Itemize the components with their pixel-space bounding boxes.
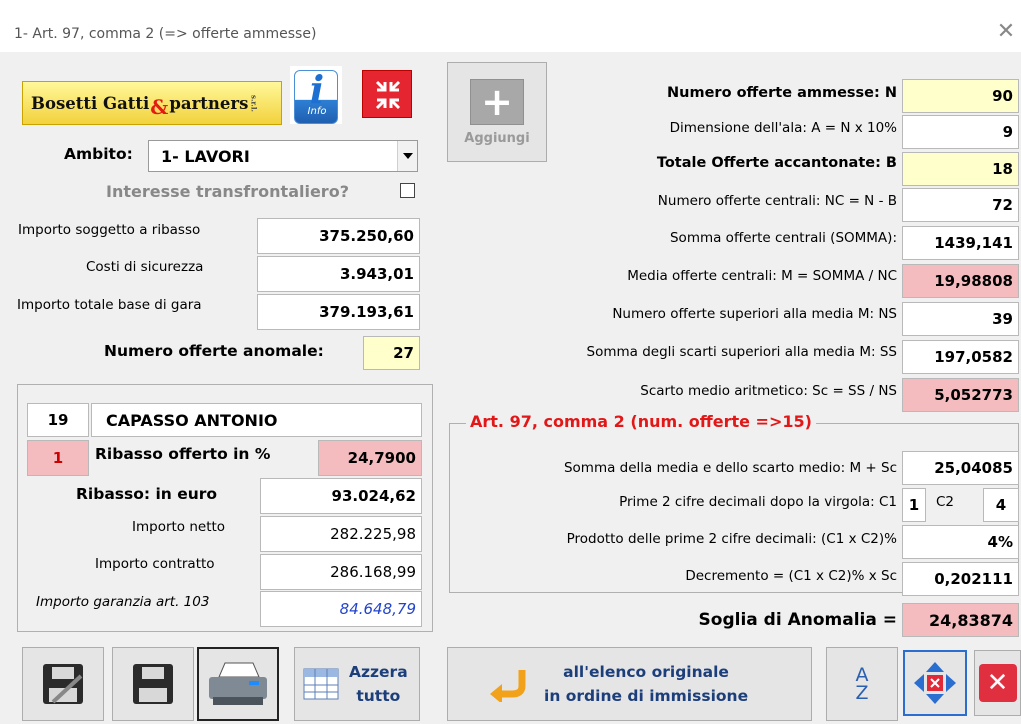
dec-value: 0,202111 [902,562,1019,596]
ala-value: 9 [902,115,1019,149]
logo-partners: partners [169,93,249,113]
nc-value: 72 [902,188,1019,222]
compress-button[interactable] [362,70,412,118]
b-value: 18 [902,152,1019,186]
ala-label: Dimensione dell'ala: A = N x 10% [669,120,897,136]
original-order-button[interactable]: all'elenco originale in ordine di immiss… [447,647,812,721]
ribasso-pct-value: 24,7900 [318,440,422,476]
n-value: 90 [902,79,1019,113]
art97-title: Art. 97, comma 2 (num. offerte =>15) [466,412,816,431]
importo-garanzia-label: Importo garanzia art. 103 [36,594,210,610]
plus-glyph: + [481,79,513,124]
sc-value: 5,052773 [902,378,1019,412]
ambito-label: Ambito: [64,145,133,163]
original-order-line1: all'elenco originale [563,663,729,681]
soglia-value: 24,83874 [902,603,1019,637]
plus-icon: + [470,78,524,125]
somma-label: Somma offerte centrali (SOMMA): [669,230,897,246]
importo-totale-value: 379.193,61 [257,294,420,330]
media-value: 19,98808 [902,264,1019,298]
add-button-label: Aggiungi [464,130,530,146]
offerente-posizione: 1 [27,440,89,476]
reset-label-line2: tutto [356,687,401,705]
c1-label: Prime 2 cifre decimali dopo la virgola: … [619,494,897,510]
sc-label: Scarto medio aritmetico: Sc = SS / NS [640,383,897,399]
window-title: 1- Art. 97, comma 2 (=> offerte ammesse) [14,26,317,42]
logo-name: Bosetti Gatti [31,93,150,113]
sort-az-icon-z: Z [855,682,869,704]
ns-value: 39 [902,302,1019,336]
save-as-icon [43,664,83,704]
soglia-label: Soglia di Anomalia = [698,610,897,630]
ribasso-euro-value: 93.024,62 [260,478,422,514]
reset-label: Azzera tutto [349,660,408,708]
compress-icon [375,80,401,110]
chevron-down-icon[interactable] [397,141,417,171]
print-button[interactable] [197,647,279,721]
c2-label: C2 [936,494,955,510]
importo-garanzia-value: 84.648,79 [260,591,422,627]
close-window-icon[interactable]: ✕ [995,20,1017,44]
offerente-nome: CAPASSO ANTONIO [91,403,422,437]
ribasso-euro-label: Ribasso: in euro [76,485,218,503]
n-label: Numero offerte ammesse: N [667,85,897,101]
transfrontaliero-checkbox[interactable] [400,183,415,198]
c1-value: 1 [902,488,926,522]
dec-label: Decremento = (C1 x C2)% x Sc [685,568,897,584]
printer-icon [209,662,267,705]
costi-sicurezza-value: 3.943,01 [257,256,420,292]
move-arrows-icon [914,662,956,704]
save-button[interactable] [112,647,194,721]
company-logo: Bosetti Gatti & partners s.r.l. [22,81,282,125]
costi-sicurezza-label: Costi di sicurezza [86,259,204,275]
save-icon [133,664,173,704]
offerte-anomale-label: Numero offerte anomale: [104,342,324,360]
importo-contratto-label: Importo contratto [95,556,215,572]
info-button[interactable]: i Info [290,66,342,124]
offerente-numero: 19 [27,403,89,437]
reset-label-line1: Azzera [349,663,408,681]
logo-ampersand: & [150,95,169,119]
importo-soggetto-label: Importo soggetto a ribasso [18,222,201,238]
add-button[interactable]: + Aggiungi [447,62,547,162]
sort-az-button[interactable]: A Z [826,647,898,721]
ambito-value: 1- LAVORI [161,147,250,166]
move-window-button[interactable] [903,650,967,716]
somma-value: 1439,141 [902,226,1019,260]
importo-totale-label: Importo totale base di gara [17,297,202,313]
prod-label: Prodotto delle prime 2 cifre decimali: (… [566,531,897,547]
msc-value: 25,04085 [902,451,1019,485]
transfrontaliero-label: Interesse transfrontaliero? [106,182,349,201]
info-icon: i Info [294,67,338,124]
ns-label: Numero offerte superiori alla media M: N… [612,306,897,322]
media-label: Media offerte centrali: M = SOMMA / NC [627,268,897,284]
importo-netto-label: Importo netto [132,519,226,535]
ribasso-pct-label: Ribasso offerto in % [95,445,271,463]
ss-value: 197,0582 [902,340,1019,374]
title-bar: 1- Art. 97, comma 2 (=> offerte ammesse)… [0,0,1021,52]
importo-netto-value: 282.225,98 [260,516,422,552]
importo-contratto-value: 286.168,99 [260,554,422,590]
ss-label: Somma degli scarti superiori alla media … [586,344,897,360]
table-icon [303,668,339,700]
msc-label: Somma della media e dello scarto medio: … [563,460,897,476]
offerte-anomale-value: 27 [363,336,420,370]
return-arrow-icon [490,670,526,702]
ambito-select[interactable]: 1- LAVORI [148,140,418,172]
exit-button[interactable]: ✕ [974,650,1021,716]
nc-label: Numero offerte centrali: NC = N - B [657,193,897,209]
importo-soggetto-value: 375.250,60 [257,218,420,254]
c2-value: 4 [983,488,1019,522]
prod-value: 4% [902,525,1019,559]
reset-button[interactable]: Azzera tutto [294,647,420,721]
save-as-button[interactable] [22,647,104,721]
exit-icon: ✕ [978,664,1017,702]
original-order-label: all'elenco originale in ordine di immiss… [544,660,748,708]
info-label: Info [307,106,327,117]
logo-srl: s.r.l. [249,94,259,112]
original-order-line2: in ordine di immissione [544,687,749,705]
b-label: Totale Offerte accantonate: B [656,155,897,171]
